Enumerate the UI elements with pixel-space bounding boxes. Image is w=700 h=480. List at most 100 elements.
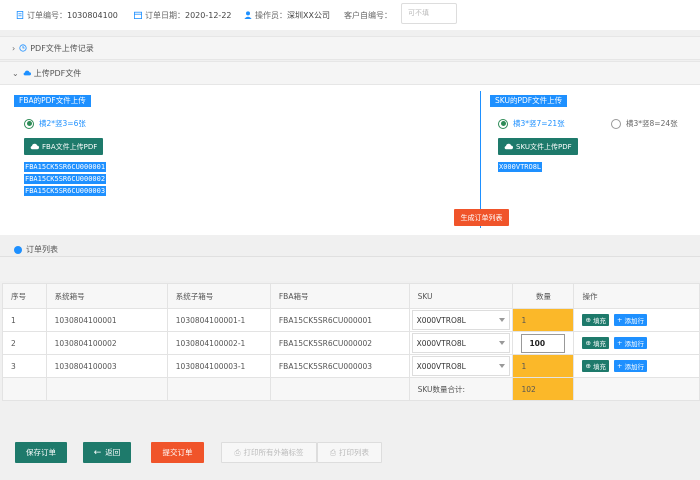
chevron-down-icon [498,364,505,368]
cell-sku: X000VTRO8L [408,354,514,378]
fba-layout-radio[interactable]: 横2*竖3=6张 [24,118,86,129]
cloud-upload-icon [23,70,31,76]
sku-select[interactable]: X000VTRO8L [411,310,510,330]
col-sku: SKU [408,283,514,309]
add-row-button[interactable]: + 添加行 [613,337,647,349]
sku-upload-button[interactable]: SKU文件上传PDF [498,138,578,155]
cell-seq: 2 [2,331,47,355]
col-subbox: 系统子箱号 [166,283,271,309]
fill-label: 填充 [592,363,606,371]
cell-qty: 100 [512,331,575,355]
fill-label: 填充 [592,317,606,325]
fba-upload-button[interactable]: FBA文件上传PDF [24,138,104,155]
section-divider [480,91,481,228]
cell-fba: FBA15CK5SR6CU000002 [269,331,410,355]
cell-empty [45,377,168,401]
add-row-button[interactable]: + 添加行 [613,314,647,326]
radio-empty-icon [611,118,621,129]
fba-file-tag[interactable]: FBA15CK5SR6CU000003 [24,186,107,196]
order-no-value: 1030804100 [67,10,118,20]
printer-icon: ⎙ [234,447,241,457]
sku-layout-21-label: 横3*竖7=21张 [513,119,565,128]
cell-actions: ⊕ 填充 + 添加行 [573,308,700,332]
col-fba: FBA箱号 [269,283,410,309]
fba-file-tag[interactable]: FBA15CK5SR6CU000002 [24,174,107,184]
sku-value: X000VTRO8L [416,315,466,325]
arrow-left-icon: ← [93,447,102,458]
cell-qty[interactable]: 1 [512,308,575,332]
sku-layout-24-label: 横3*竖8=24张 [626,119,678,128]
cell-box: 1030804100001 [45,308,168,332]
order-list-label: 订单列表 [26,245,58,254]
sku-value: X000VTRO8L [416,361,466,371]
add-row-label: 添加行 [624,363,644,371]
fill-button[interactable]: ⊕ 填充 [582,360,609,372]
fill-button[interactable]: ⊕ 填充 [582,314,609,326]
cell-qty[interactable]: 1 [512,354,575,378]
sku-select[interactable]: X000VTRO8L [411,333,510,353]
chevron-down-icon: ⌄ [12,68,19,78]
fba-upload-label: FBA文件上传PDF [42,142,98,151]
cell-empty [166,377,271,401]
fba-file-tag[interactable]: FBA15CK5SR6CU000001 [24,162,107,172]
sku-upload-label: SKU文件上传PDF [516,142,572,151]
print-all-labels-button[interactable]: ⎙ 打印所有外箱标签 [221,442,317,463]
table-row: 1 1030804100001 1030804100001-1 FBA15CK5… [2,308,700,332]
sku-file-tag[interactable]: X000VTRO8L [498,162,543,172]
chevron-down-icon [498,318,505,322]
cell-box: 1030804100002 [45,331,168,355]
sku-section-title: SKU的PDF文件上传 [490,95,568,107]
cell-empty [573,377,700,401]
upload-pdf-toggle[interactable]: ⌄ 上传PDF文件 [0,61,700,85]
print-labels-label: 打印所有外箱标签 [243,448,304,457]
sku-sum-label: SKU数量合计: [408,377,514,401]
save-order-button[interactable]: 保存订单 [15,442,67,463]
col-actions: 操作 [573,283,700,309]
generate-order-list-button[interactable]: 生成订单列表 [454,209,509,226]
add-row-label: 添加行 [624,340,644,348]
table-row: 2 1030804100002 1030804100002-1 FBA15CK5… [2,331,700,355]
fba-section-title: FBA的PDF文件上传 [14,95,91,107]
chevron-down-icon [498,341,505,345]
document-icon [16,11,24,19]
cell-fba: FBA15CK5SR6CU000003 [269,354,410,378]
radio-selected-icon [24,118,34,129]
order-list-toolbar [0,256,700,281]
printer-icon: ⎙ [330,447,336,457]
pdf-history-label: PDF文件上传记录 [30,43,94,53]
qty-input[interactable]: 100 [521,333,566,353]
upload-pdf-label: 上传PDF文件 [33,68,82,78]
cell-empty [2,377,47,401]
pdf-history-toggle[interactable]: › PDF文件上传记录 [0,36,700,60]
cell-sku: X000VTRO8L [408,308,514,332]
submit-order-button[interactable]: 提交订单 [151,442,204,463]
add-row-button[interactable]: + 添加行 [613,360,647,372]
cell-actions: ⊕ 填充 + 添加行 [573,354,700,378]
back-button[interactable]: ← 返回 [83,442,131,463]
sku-layout-radio-21[interactable]: 横3*竖7=21张 [498,118,565,129]
cell-actions: ⊕ 填充 + 添加行 [573,331,700,355]
order-no-group: 订单编号： 1030804100 [16,0,118,30]
order-header: 订单编号： 1030804100 订单日期： 2020-12-22 操作员： 深… [0,0,700,30]
cell-subbox: 1030804100001-1 [166,308,271,332]
cell-seq: 3 [2,354,47,378]
order-date-value: 2020-12-22 [185,10,232,20]
sku-value: X000VTRO8L [416,338,466,348]
col-qty: 数量 [512,283,575,309]
print-list-button[interactable]: ⎙ 打印列表 [317,442,382,463]
sku-select[interactable]: X000VTRO8L [411,356,510,376]
col-seq: 序号 [2,283,47,309]
customer-no-input[interactable]: 可不填 [401,3,457,24]
cell-sku: X000VTRO8L [408,331,514,355]
order-table: 序号 系统箱号 系统子箱号 FBA箱号 SKU 数量 操作 1 10308041… [2,283,700,401]
fill-label: 填充 [592,340,606,348]
fill-button[interactable]: ⊕ 填充 [582,337,609,349]
order-no-label: 订单编号： [27,10,67,20]
cloud-upload-icon [30,143,39,150]
upload-panel [0,85,700,235]
sku-layout-radio-24[interactable]: 横3*竖8=24张 [611,118,678,129]
table-row: 3 1030804100003 1030804100003-1 FBA15CK5… [2,354,700,378]
cell-fba: FBA15CK5SR6CU000001 [269,308,410,332]
cell-empty [269,377,410,401]
sum-row: SKU数量合计: 102 [2,377,700,401]
